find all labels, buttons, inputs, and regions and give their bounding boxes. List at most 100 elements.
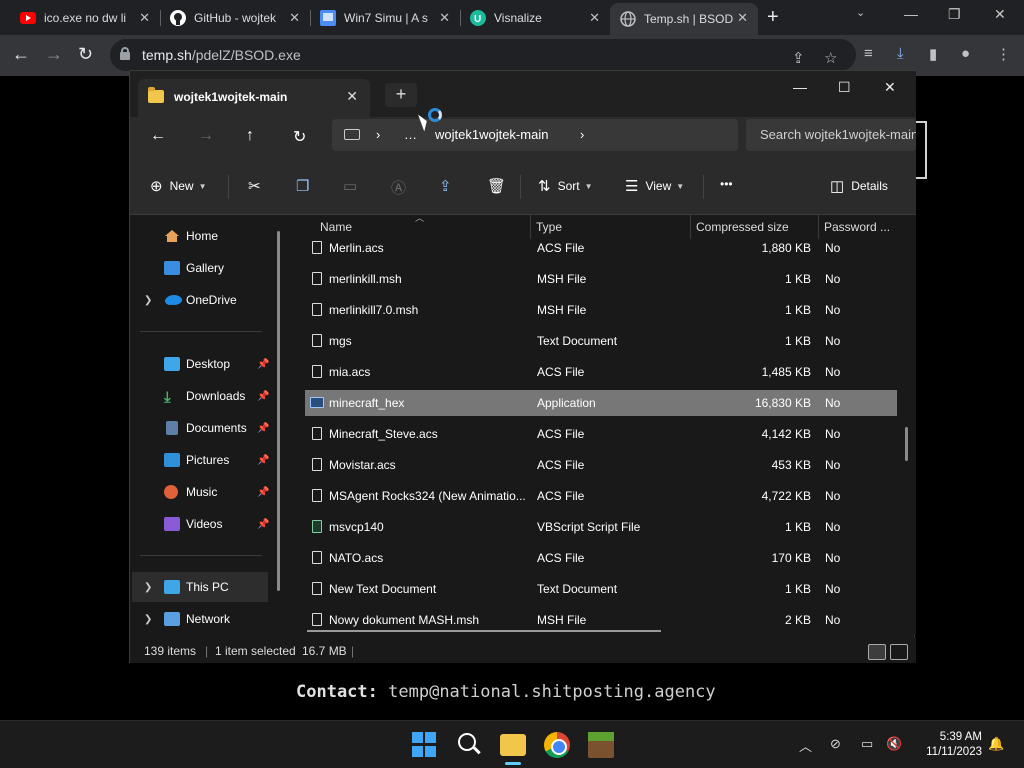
pin-icon[interactable]: 📌 (257, 423, 269, 434)
up-button[interactable]: ↑ (246, 127, 254, 145)
chevron-right-icon[interactable]: ❯ (144, 614, 152, 625)
downloads-icon[interactable]: ⤓ (897, 45, 904, 62)
close-tab-icon[interactable]: ✕ (139, 10, 150, 26)
minimize-button[interactable]: — (793, 79, 807, 95)
breadcrumb-overflow[interactable]: … (404, 127, 417, 142)
file-explorer-icon[interactable] (500, 734, 526, 756)
view-button[interactable]: ☰ View ▼ (625, 177, 684, 195)
delete-button[interactable]: 🗑 (487, 177, 513, 195)
nav-scrollbar[interactable] (277, 231, 280, 591)
browser-tab-2[interactable]: GitHub - wojtek ✕ (160, 0, 311, 35)
forward-button[interactable]: → (198, 127, 214, 145)
details-view-icon[interactable] (868, 644, 886, 660)
close-tab-icon[interactable]: ✕ (346, 88, 358, 105)
tiles-view-icon[interactable] (890, 644, 908, 660)
table-row[interactable]: merlinkill7.0.msh MSH File 1 KB No (305, 297, 897, 323)
new-tab-button[interactable]: + (767, 6, 779, 29)
table-row[interactable]: merlinkill.msh MSH File 1 KB No (305, 266, 897, 292)
back-button[interactable]: ← (150, 127, 166, 145)
table-row[interactable]: mia.acs ACS File 1,485 KB No (305, 359, 897, 385)
cut-button[interactable]: ✂ (248, 177, 268, 195)
lock-icon[interactable] (120, 47, 130, 60)
nav-item-music[interactable]: Music 📌 (132, 477, 269, 507)
chevron-right-icon[interactable]: ❯ (144, 582, 152, 593)
table-row[interactable]: Minecraft_Steve.acs ACS File 4,142 KB No (305, 421, 897, 447)
explorer-tab[interactable]: wojtek1wojtek-main ✕ (138, 79, 370, 117)
search-icon[interactable] (456, 732, 482, 758)
details-pane-button[interactable]: ◫ Details (830, 177, 888, 195)
browser-tab-3[interactable]: Win7 Simu | A s ✕ (310, 0, 461, 35)
bookmark-star-icon[interactable]: ☆ (824, 49, 837, 67)
minecraft-icon[interactable] (588, 732, 614, 758)
pin-icon[interactable]: 📌 (257, 359, 269, 370)
address-bar[interactable]: temp.sh/pdelZ/BSOD.exe ⇪ ☆ (110, 39, 856, 71)
copy-button[interactable]: ❐ (296, 177, 316, 195)
browser-tab-5-active[interactable]: Temp.sh | BSOD ✕ (610, 3, 758, 35)
chrome-icon[interactable] (544, 732, 570, 758)
nav-item-pictures[interactable]: Pictures 📌 (132, 445, 269, 475)
pin-icon[interactable]: 📌 (257, 455, 269, 466)
restore-button[interactable]: ❐ (948, 6, 961, 23)
close-window-button[interactable]: ✕ (884, 79, 896, 96)
table-row[interactable]: NATO.acs ACS File 170 KB No (305, 545, 897, 571)
table-row[interactable]: minecraft_hex Application 16,830 KB No (305, 390, 897, 416)
menu-icon[interactable]: ⋮ (996, 45, 1011, 63)
new-tab-button[interactable]: + (385, 83, 417, 107)
notification-bell-icon[interactable]: 🔔 (988, 736, 1004, 752)
close-tab-icon[interactable]: ✕ (289, 10, 300, 26)
profile-icon[interactable]: ● (961, 45, 970, 62)
table-row[interactable]: msvcp140 VBScript Script File 1 KB No (305, 514, 897, 540)
pin-icon[interactable]: 📌 (257, 487, 269, 498)
vertical-scrollbar[interactable] (905, 427, 908, 461)
close-tab-icon[interactable]: ✕ (737, 10, 748, 26)
close-tab-icon[interactable]: ✕ (589, 10, 600, 26)
table-row[interactable]: Movistar.acs ACS File 453 KB No (305, 452, 897, 478)
clock[interactable]: 5:39 AM 11/11/2023 (916, 730, 982, 760)
nav-item-this-pc[interactable]: ❯ This PC (132, 572, 268, 602)
search-input[interactable]: Search wojtek1wojtek-main (746, 119, 916, 151)
new-button[interactable]: ⊕ New ▼ (150, 177, 207, 195)
close-tab-icon[interactable]: ✕ (439, 10, 450, 26)
forward-button[interactable]: → (45, 44, 63, 65)
back-button[interactable]: ← (12, 44, 30, 65)
network-tray-icon[interactable]: ⊘ (830, 736, 841, 752)
rename-button[interactable]: Ⓐ (391, 177, 413, 198)
chevron-right-icon[interactable]: › (376, 127, 380, 142)
display-tray-icon[interactable]: ▭ (861, 736, 873, 752)
start-icon[interactable] (412, 732, 438, 758)
tab-search-icon[interactable]: ⌄ (856, 6, 865, 19)
nav-item-network[interactable]: ❯ Network (132, 604, 268, 634)
contact-email[interactable]: temp@national.shitposting.agency (388, 682, 716, 702)
nav-item-onedrive[interactable]: ❯ OneDrive (132, 285, 268, 315)
breadcrumb[interactable]: › … wojtek1wojtek-main › (332, 119, 738, 151)
close-window-button[interactable]: ✕ (994, 6, 1006, 23)
refresh-button[interactable]: ↻ (293, 127, 306, 147)
browser-tab-4[interactable]: U Visnalize ✕ (460, 0, 610, 35)
maximize-button[interactable]: ☐ (838, 79, 851, 96)
volume-muted-icon[interactable]: 🔇 (886, 736, 902, 752)
more-options-button[interactable]: ••• (720, 177, 733, 191)
share-icon[interactable]: ⇪ (792, 49, 805, 67)
pin-icon[interactable]: 📌 (257, 391, 269, 402)
paste-button[interactable]: ▭ (343, 177, 364, 195)
nav-item-videos[interactable]: Videos 📌 (132, 509, 269, 539)
chevron-right-icon[interactable]: ❯ (144, 295, 152, 306)
show-hidden-icons-chevron-icon[interactable]: ︿ (799, 736, 812, 755)
nav-item-home[interactable]: Home (132, 221, 268, 251)
horizontal-scrollbar[interactable] (307, 630, 661, 632)
nav-item-desktop[interactable]: Desktop 📌 (132, 349, 269, 379)
table-row[interactable]: New Text Document Text Document 1 KB No (305, 576, 897, 602)
nav-item-documents[interactable]: Documents 📌 (132, 413, 269, 443)
side-panel-icon[interactable]: ▮ (929, 45, 937, 63)
table-row[interactable]: Merlin.acs ACS File 1,880 KB No (305, 235, 897, 261)
media-icon[interactable]: ≡ (864, 45, 873, 62)
table-row[interactable]: mgs Text Document 1 KB No (305, 328, 897, 354)
sort-button[interactable]: ⇅ Sort ▼ (538, 177, 593, 195)
browser-tab-1[interactable]: ico.exe no dw li ✕ (10, 0, 161, 35)
nav-item-gallery[interactable]: Gallery (132, 253, 268, 283)
share-button[interactable]: ⇪ (439, 177, 459, 195)
reload-button[interactable]: ↻ (78, 44, 93, 65)
table-row[interactable]: MSAgent Rocks324 (New Animatio... ACS Fil… (305, 483, 897, 509)
breadcrumb-current-folder[interactable]: wojtek1wojtek-main (435, 127, 548, 142)
pin-icon[interactable]: 📌 (257, 519, 269, 530)
